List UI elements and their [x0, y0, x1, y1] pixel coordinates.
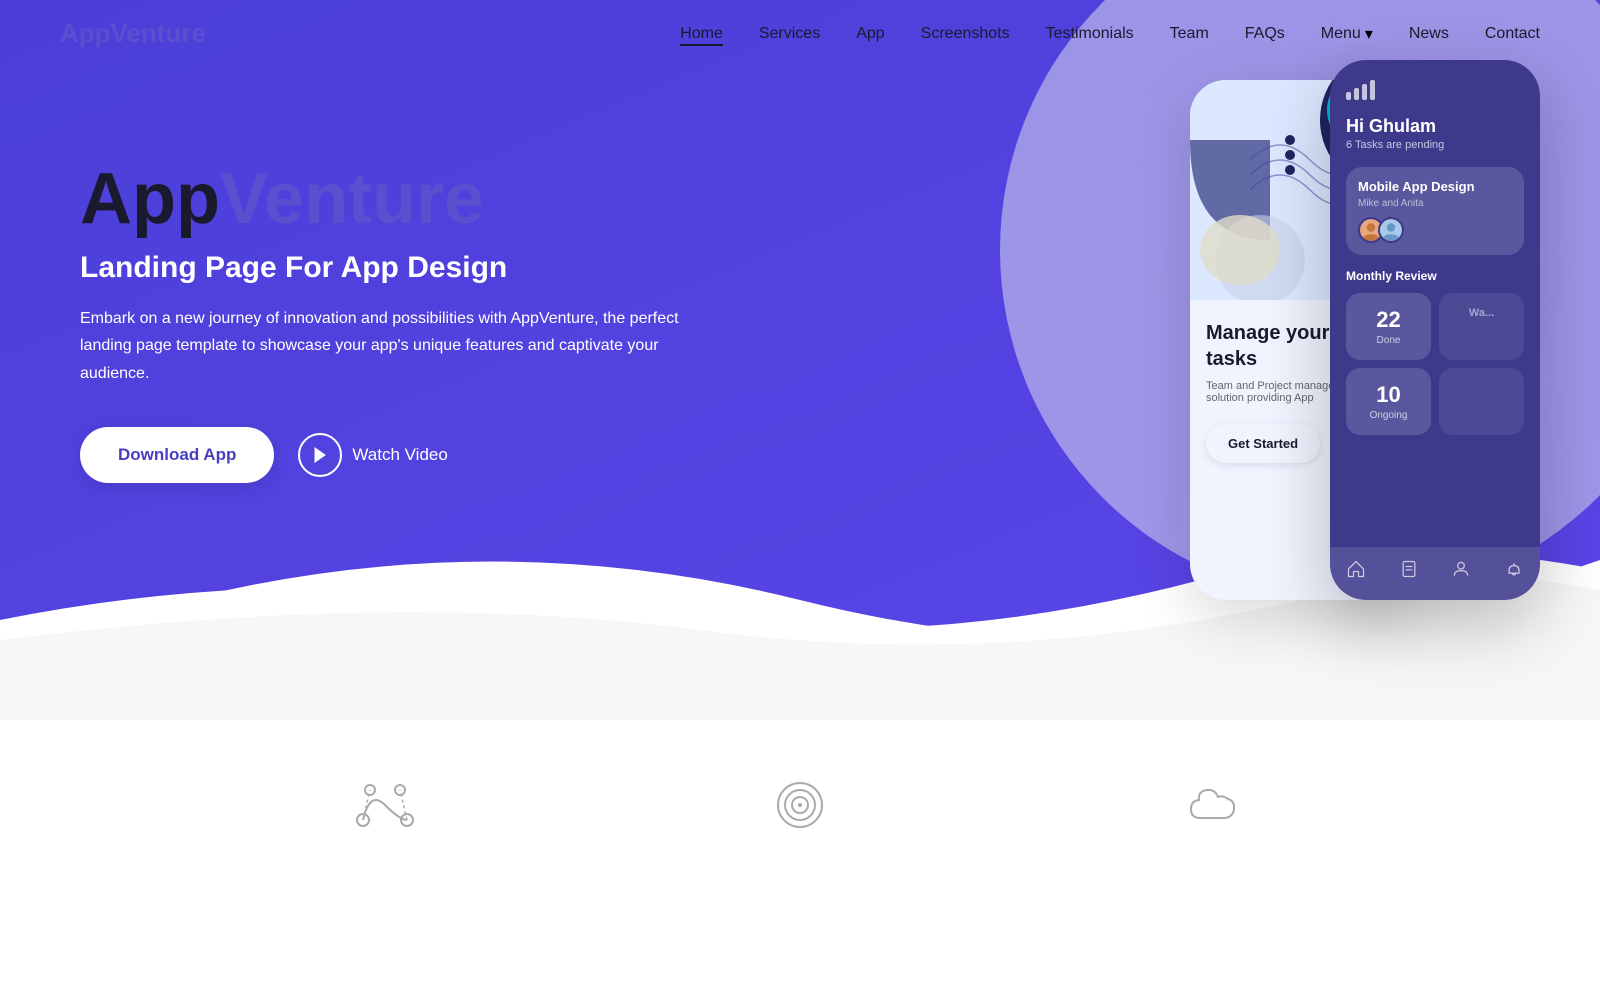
hero-subtitle: Landing Page For App Design: [80, 251, 700, 285]
nav-link-faqs[interactable]: FAQs: [1245, 25, 1285, 42]
nav-link-app[interactable]: App: [856, 25, 884, 42]
nav-links: Home Services App Screenshots Testimonia…: [680, 24, 1540, 44]
nav-item-home[interactable]: Home: [680, 25, 723, 43]
nav-link-home[interactable]: Home: [680, 25, 723, 46]
nav-link-services[interactable]: Services: [759, 25, 820, 42]
document-nav-icon: [1399, 559, 1419, 584]
stat-extra: [1439, 368, 1524, 435]
chevron-down-icon: ▾: [1365, 24, 1373, 44]
hero-title-accent: Venture: [220, 159, 484, 239]
hero-description: Embark on a new journey of innovation an…: [80, 305, 700, 387]
stat-waiting-label: Wa...: [1449, 307, 1514, 319]
hero-section: AppVenture Landing Page For App Design E…: [0, 0, 1600, 720]
home-nav-icon: [1346, 559, 1366, 584]
nav-item-news[interactable]: News: [1409, 25, 1449, 43]
project-card: Mobile App Design Mike and Anita: [1346, 167, 1524, 255]
play-triangle-icon: [313, 447, 327, 463]
nav-link-menu[interactable]: Menu: [1321, 25, 1361, 43]
hero-title: AppVenture: [80, 160, 700, 239]
monthly-review-label: Monthly Review: [1346, 269, 1524, 283]
download-app-button[interactable]: Download App: [80, 427, 274, 483]
phones-mockup: Manage your daily tasks Team and Project…: [1190, 60, 1540, 600]
stat-done-number: 22: [1356, 307, 1421, 333]
stat-done: 22 Done: [1346, 293, 1431, 360]
tasks-pending-text: 6 Tasks are pending: [1346, 139, 1524, 151]
avatars-group: [1358, 217, 1512, 243]
cloud-icon-item: [1185, 783, 1245, 828]
nav-link-screenshots[interactable]: Screenshots: [921, 25, 1010, 42]
bottom-icons-section: [0, 720, 1600, 870]
watch-video-label: Watch Video: [352, 445, 447, 465]
nav-link-news[interactable]: News: [1409, 25, 1449, 42]
user-nav-icon: [1451, 559, 1471, 584]
phone-front-content: Hi Ghulam 6 Tasks are pending Mobile App…: [1330, 60, 1540, 471]
brand-name-accent: Venture: [111, 18, 206, 48]
stat-ongoing-number: 10: [1356, 382, 1421, 408]
phone-bottom-nav: [1330, 547, 1540, 600]
greeting-text: Hi Ghulam: [1346, 116, 1524, 137]
cloud-icon: [1185, 783, 1245, 828]
nav-item-team[interactable]: Team: [1170, 25, 1209, 43]
avatar-2: [1378, 217, 1404, 243]
hero-content: AppVenture Landing Page For App Design E…: [0, 0, 700, 483]
project-title: Mobile App Design: [1358, 179, 1512, 194]
phone-front-mockup: Hi Ghulam 6 Tasks are pending Mobile App…: [1330, 60, 1540, 600]
play-icon: [298, 433, 342, 477]
navbar: AppVenture Home Services App Screenshots…: [0, 0, 1600, 67]
brand-logo[interactable]: AppVenture: [60, 18, 206, 49]
target-icon-item: [775, 780, 825, 830]
project-members: Mike and Anita: [1358, 198, 1512, 209]
stat-waiting: Wa...: [1439, 293, 1524, 360]
nav-item-testimonials[interactable]: Testimonials: [1046, 25, 1134, 43]
watch-video-button[interactable]: Watch Video: [298, 433, 447, 477]
hero-cta-group: Download App Watch Video: [80, 427, 700, 483]
nav-item-services[interactable]: Services: [759, 25, 820, 43]
get-started-button[interactable]: Get Started: [1206, 424, 1320, 463]
nav-link-team[interactable]: Team: [1170, 25, 1209, 42]
nav-link-contact[interactable]: Contact: [1485, 25, 1540, 42]
nav-item-faqs[interactable]: FAQs: [1245, 25, 1285, 43]
stat-ongoing: 10 Ongoing: [1346, 368, 1431, 435]
stat-done-label: Done: [1356, 335, 1421, 346]
target-icon: [775, 780, 825, 830]
signal-bars-icon: [1346, 80, 1524, 100]
nav-item-menu[interactable]: Menu ▾: [1321, 24, 1373, 44]
bezier-icon: [355, 780, 415, 830]
nav-item-screenshots[interactable]: Screenshots: [921, 25, 1010, 43]
nav-item-app[interactable]: App: [856, 25, 884, 43]
nav-link-testimonials[interactable]: Testimonials: [1046, 25, 1134, 42]
hero-title-dark: App: [80, 159, 220, 239]
stat-ongoing-label: Ongoing: [1356, 410, 1421, 421]
bell-nav-icon: [1504, 559, 1524, 584]
bezier-icon-item: [355, 780, 415, 830]
nav-item-contact[interactable]: Contact: [1485, 25, 1540, 43]
stats-grid: 22 Done Wa... 10 Ongoing: [1346, 293, 1524, 435]
brand-name-dark: App: [60, 18, 111, 48]
